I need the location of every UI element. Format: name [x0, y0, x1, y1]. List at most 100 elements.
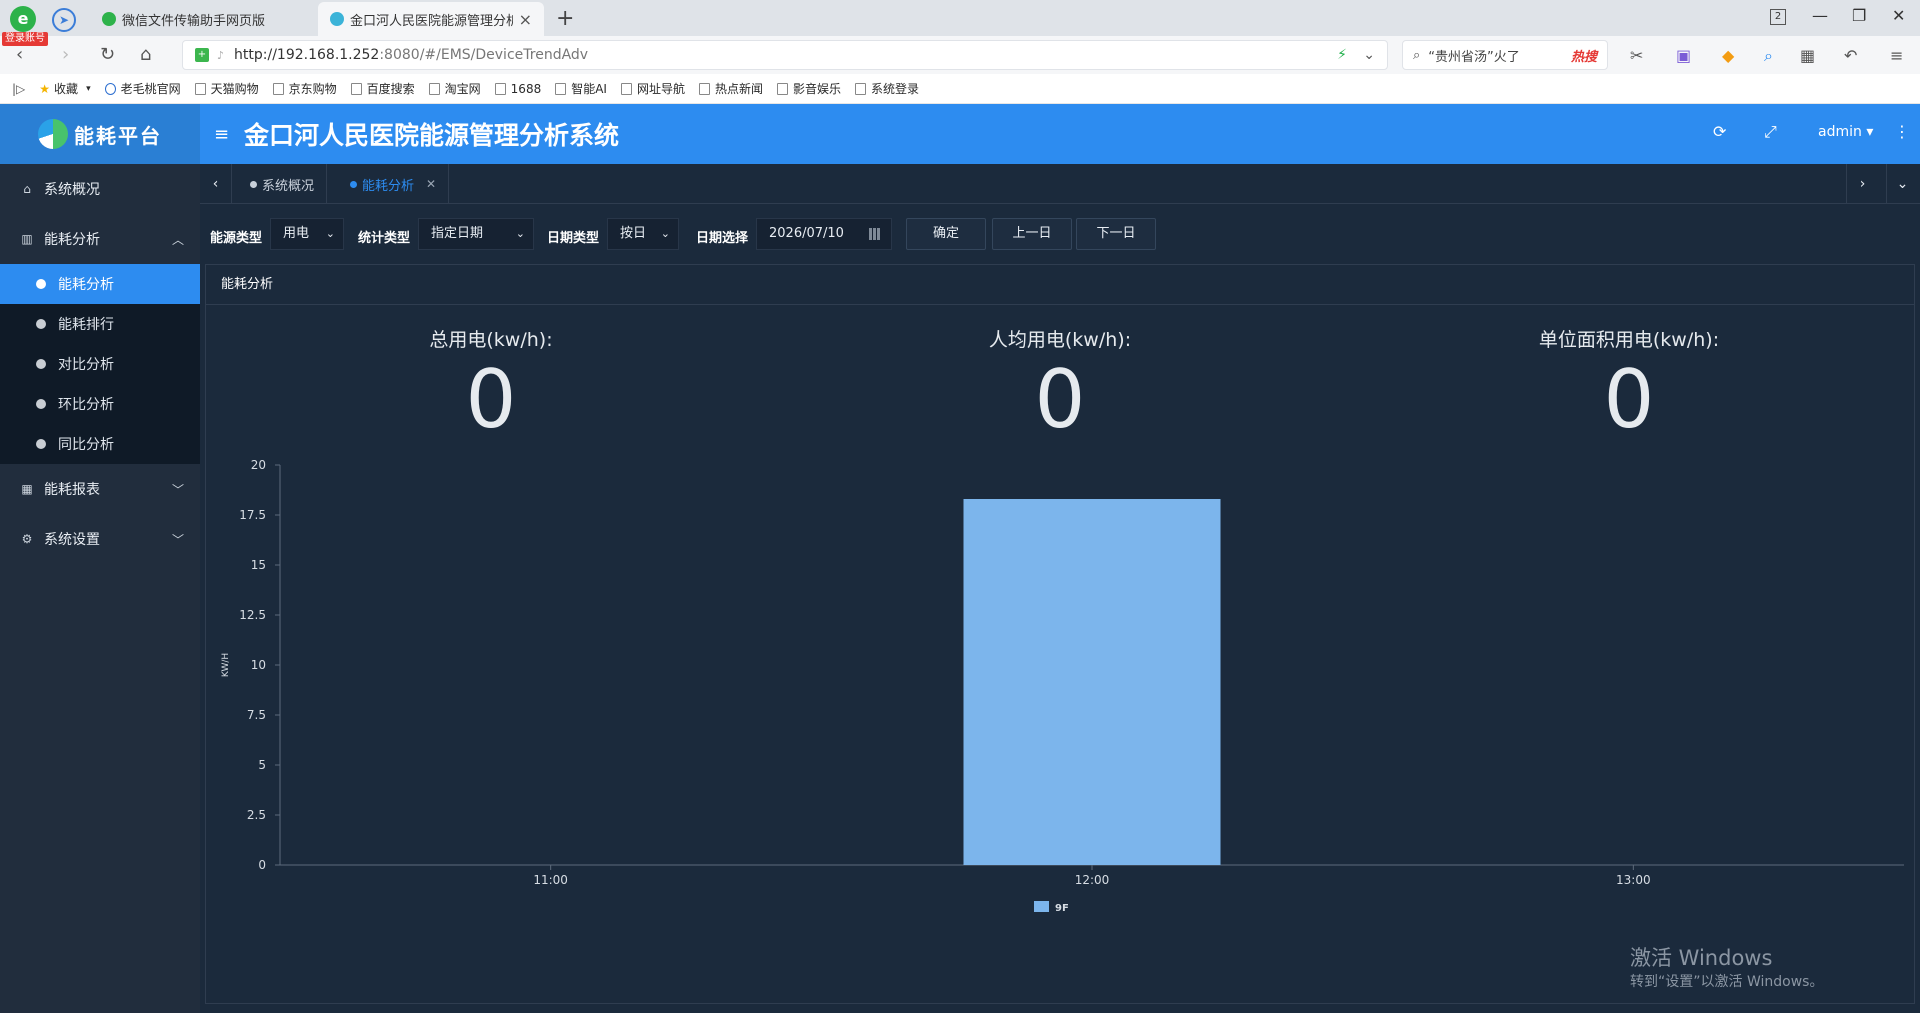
sidebar-item-energy-analysis[interactable]: ▥ 能耗分析 ︿: [0, 214, 200, 264]
brand-logo-icon: [38, 119, 68, 149]
chevron-down-icon: ⌄: [660, 227, 670, 240]
analysis-panel: 能耗分析 总用电(kw/h): 0 人均用电(kw/h): 0 单位面积用电(k…: [205, 264, 1915, 1004]
coupon-icon[interactable]: ◆: [1722, 46, 1734, 65]
page-title: 金口河人民医院能源管理分析系统: [244, 121, 620, 150]
x-tick-label: 11:00: [533, 873, 568, 887]
menu-icon[interactable]: ≡: [1890, 46, 1903, 65]
restore-button[interactable]: ❐: [1852, 6, 1866, 25]
legend-label: 9F: [1055, 903, 1069, 914]
close-tab-icon[interactable]: ×: [519, 10, 532, 29]
dot-icon: [250, 180, 257, 188]
user-menu[interactable]: admin ▾: [1818, 124, 1873, 140]
dot-icon: [350, 180, 357, 188]
bookmark-item[interactable]: 京东购物: [272, 80, 337, 97]
sidebar-toggle-icon[interactable]: |▷: [12, 82, 25, 96]
bookmark-favorites[interactable]: ★ 收藏 ▾: [39, 80, 90, 97]
tag-overview[interactable]: 系统概况: [238, 164, 328, 204]
sidebar-subitem-comparison[interactable]: 对比分析: [0, 344, 200, 384]
browser-logo-icon[interactable]: e: [10, 6, 36, 32]
security-shield-icon[interactable]: +: [195, 48, 209, 62]
star-icon: ★: [39, 81, 51, 96]
next-day-button[interactable]: 下一日: [1076, 218, 1156, 250]
tags-scroll-right-icon[interactable]: ›: [1846, 164, 1878, 204]
login-account-badge[interactable]: 登录账号: [2, 32, 48, 46]
energy-bar-chart: 0 2.5 5 7.5 10 12.5 15 17.5 20 KW/H 11:00 12:00 13:0…: [221, 458, 1904, 914]
page-icon: [855, 82, 867, 95]
speed-mode-icon[interactable]: ⚡: [1337, 47, 1347, 63]
home-icon: ⌂: [23, 182, 31, 196]
bookmark-item[interactable]: 系统登录: [855, 80, 919, 97]
browser-search-input[interactable]: ⌕ “贵州省汤”火了 热搜: [1402, 40, 1608, 70]
page-icon: [698, 82, 710, 95]
windows-activation-hint: 转到“设置”以激活 Windows。: [1630, 974, 1824, 990]
collapse-menu-icon[interactable]: ≡: [214, 124, 229, 145]
sidebar-subitem-energy-analysis[interactable]: 能耗分析: [0, 264, 200, 304]
page-icon: [777, 82, 788, 95]
send-icon[interactable]: ➤: [52, 8, 76, 32]
browser-tab-ems[interactable]: 金口河人民医院能源管理分析系 ×: [318, 2, 544, 36]
translate-icon[interactable]: ▣: [1676, 46, 1691, 65]
undo-icon[interactable]: ↶: [1844, 46, 1857, 65]
mute-icon[interactable]: ♪: [217, 49, 224, 62]
tag-energy-analysis[interactable]: 能耗分析 ✕: [338, 164, 450, 204]
close-tag-icon[interactable]: ✕: [426, 177, 436, 191]
bookmarks-bar: |▷ ★ 收藏 ▾ 老毛桃官网 天猫购物 京东购物 百度搜索 淘宝网 1688 智能…: [0, 74, 1920, 104]
browser-tab-title: 微信文件传输助手网页版: [122, 13, 266, 29]
globe-icon: [104, 82, 116, 95]
chevron-down-icon[interactable]: ⌄: [1363, 47, 1375, 63]
sidebar-subitem-ranking[interactable]: 能耗排行: [0, 304, 200, 344]
window-count-badge[interactable]: 2: [1770, 9, 1786, 25]
sidebar-item-label: 系统设置: [44, 532, 100, 548]
page-icon: [272, 82, 284, 95]
bookmark-item[interactable]: 热点新闻: [698, 80, 763, 97]
sidebar-item-settings[interactable]: ⚙ 系统设置 ﹀: [0, 514, 200, 564]
sidebar-item-reports[interactable]: ▦ 能耗报表 ﹀: [0, 464, 200, 514]
apps-grid-icon[interactable]: ▦: [1800, 46, 1815, 65]
y-tick-label: 10: [251, 658, 266, 672]
minimize-button[interactable]: —: [1812, 6, 1828, 25]
back-icon[interactable]: ‹: [16, 44, 23, 65]
address-input[interactable]: + ♪ http://192.168.1.252:8080/#/EMS/Devi…: [182, 40, 1388, 70]
sidebar-subitem-mom[interactable]: 环比分析: [0, 384, 200, 424]
reload-icon[interactable]: ↻: [100, 44, 115, 65]
bookmark-item[interactable]: 网址导航: [620, 80, 685, 97]
home-icon[interactable]: ⌂: [140, 44, 151, 65]
confirm-button[interactable]: 确定: [906, 218, 986, 250]
brand[interactable]: 能耗平台: [0, 104, 200, 164]
bookmark-item[interactable]: 百度搜索: [350, 80, 415, 97]
scissors-icon[interactable]: ✂: [1630, 46, 1643, 65]
bookmark-item[interactable]: 天猫购物: [194, 80, 259, 97]
new-tab-button[interactable]: +: [556, 6, 574, 31]
stat-type-label: 统计类型: [358, 231, 411, 246]
date-type-label: 日期类型: [547, 231, 600, 246]
chevron-down-icon: ﹀: [171, 532, 184, 547]
sidebar-item-overview[interactable]: ⌂ 系统概况: [0, 164, 200, 214]
energy-type-select[interactable]: 用电 ⌄: [270, 218, 344, 250]
tags-menu-chevron-icon[interactable]: ⌄: [1886, 164, 1918, 204]
calendar-icon[interactable]: [869, 228, 881, 240]
sidebar-subitem-yoy[interactable]: 同比分析: [0, 424, 200, 464]
windows-activation-watermark: 激活 Windows: [1630, 946, 1773, 970]
date-input[interactable]: 2026/07/10: [756, 218, 892, 250]
bookmark-item[interactable]: 淘宝网: [428, 80, 481, 97]
tags-scroll-left-icon[interactable]: ‹: [200, 164, 232, 204]
date-select-label: 日期选择: [696, 231, 749, 246]
hot-search-label[interactable]: 热搜: [1571, 46, 1597, 65]
more-vertical-icon[interactable]: ⋮: [1894, 122, 1910, 141]
bookmark-item[interactable]: 影音娱乐: [777, 80, 841, 97]
refresh-icon[interactable]: ⟳: [1713, 122, 1726, 141]
bookmark-item[interactable]: 老毛桃官网: [104, 80, 181, 97]
close-window-button[interactable]: ✕: [1892, 6, 1905, 25]
page-icon: [194, 82, 206, 95]
magnifier-icon[interactable]: ⌕: [1764, 46, 1773, 66]
y-tick-label: 20: [251, 458, 266, 472]
prev-day-button[interactable]: 上一日: [992, 218, 1072, 250]
forward-icon[interactable]: ›: [62, 44, 69, 65]
gear-icon: ⚙: [21, 532, 33, 546]
bookmark-item[interactable]: 1688: [494, 82, 541, 96]
date-type-select[interactable]: 按日 ⌄: [607, 218, 679, 250]
stat-type-select[interactable]: 指定日期 ⌄: [418, 218, 534, 250]
bookmark-item[interactable]: 智能AI: [555, 80, 607, 97]
browser-tab-wechat[interactable]: 微信文件传输助手网页版: [90, 2, 310, 36]
fullscreen-icon[interactable]: ⤢: [1764, 122, 1777, 142]
